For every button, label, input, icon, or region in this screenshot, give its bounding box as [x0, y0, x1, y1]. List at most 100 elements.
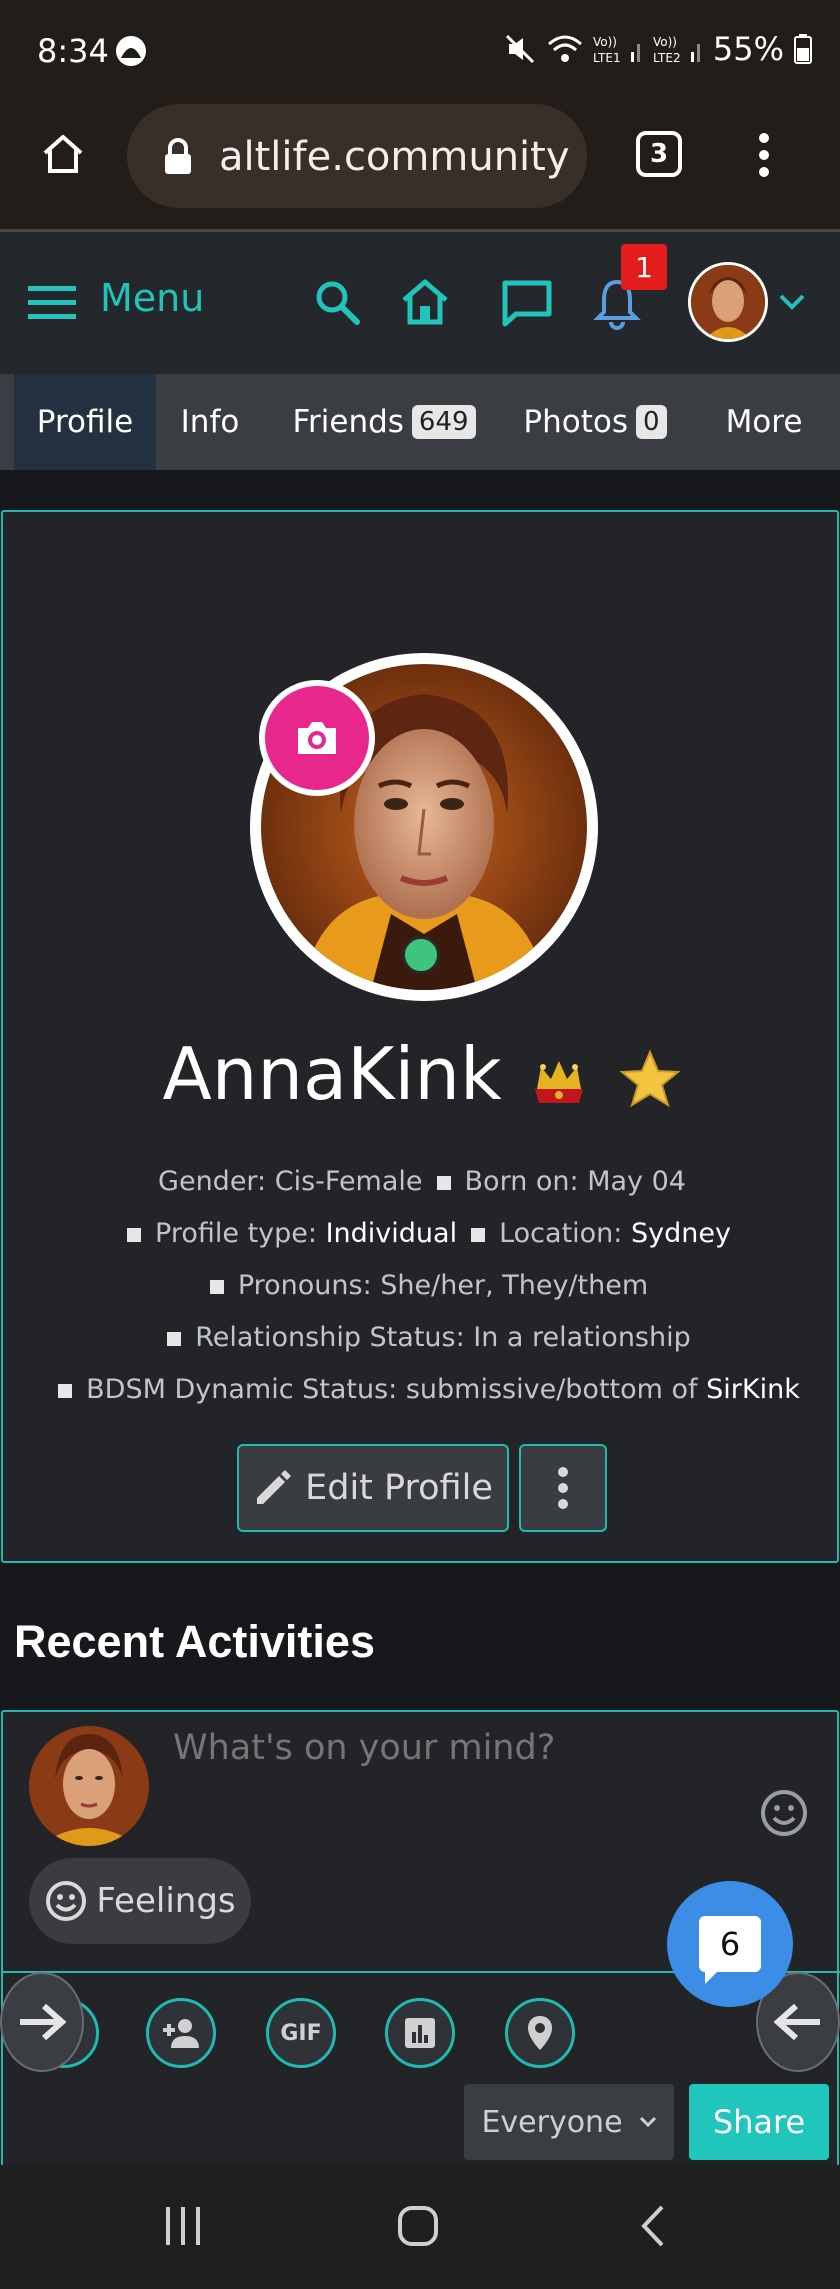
tag-friends-button[interactable]: [146, 1998, 216, 2068]
app-notification-icon: [114, 34, 148, 68]
composer-avatar: [29, 1726, 149, 1846]
overflow-menu-icon[interactable]: [756, 132, 772, 178]
kebab-icon: [557, 1466, 569, 1510]
tab-label: Friends: [292, 404, 404, 440]
url-text: altlife.community: [219, 134, 570, 180]
chevron-down-icon[interactable]: [778, 292, 806, 312]
info-line-1: Gender: Cis-Female Born on: May 04: [3, 1166, 840, 1197]
crown-award-icon: [529, 1049, 589, 1109]
section-title: Recent Activities: [14, 1616, 375, 1667]
tab-photos[interactable]: Photos 0: [515, 374, 675, 470]
svg-text:LTE2: LTE2: [653, 51, 681, 65]
profile-card: AnnaKink Gender: Cis-Female Born on: May …: [1, 510, 839, 1563]
chat-count-badge: 6: [699, 1916, 761, 1984]
tab-switcher-button[interactable]: 3: [636, 131, 682, 177]
profile-more-button[interactable]: [519, 1444, 607, 1532]
hamburger-icon[interactable]: [28, 284, 76, 322]
tab-label: Photos: [523, 404, 629, 440]
poll-icon: [403, 2016, 437, 2050]
battery-level: 55%: [712, 30, 784, 68]
map-pin-icon: [526, 2014, 554, 2052]
tab-label: More: [725, 404, 803, 440]
info-line-5: BDSM Dynamic Status: submissive/bottom o…: [3, 1374, 840, 1405]
info-line-4: Relationship Status: In a relationship: [3, 1322, 840, 1353]
profile-type-label: Profile type:: [155, 1218, 317, 1249]
bullet-icon: [127, 1227, 142, 1242]
feelings-label: Feelings: [96, 1881, 236, 1921]
location-value[interactable]: Sydney: [631, 1218, 731, 1249]
gif-icon: GIF: [280, 2020, 322, 2046]
change-photo-button[interactable]: [259, 680, 375, 796]
info-line-3: Pronouns: She/her, They/them: [3, 1270, 840, 1301]
add-person-icon: [161, 2016, 201, 2050]
site-header: Menu 1: [0, 232, 840, 374]
pencil-icon: [253, 1468, 293, 1508]
bullet-icon: [471, 1227, 486, 1242]
recent-apps-icon[interactable]: [160, 2203, 206, 2249]
home-nav-icon[interactable]: [400, 278, 450, 326]
profile-type-value[interactable]: Individual: [326, 1218, 458, 1249]
android-navigation-bar: [0, 2165, 840, 2289]
bullet-icon: [436, 1175, 451, 1190]
location-label: Location:: [499, 1218, 623, 1249]
address-bar[interactable]: altlife.community: [127, 104, 587, 208]
profile-name: AnnaKink: [3, 1032, 840, 1116]
tab-friends[interactable]: Friends 649: [278, 374, 490, 470]
gif-button[interactable]: GIF: [266, 1998, 336, 2068]
edit-profile-label: Edit Profile: [305, 1468, 493, 1508]
composer-input[interactable]: [173, 1728, 733, 1768]
profile-name-text: AnnaKink: [162, 1032, 502, 1116]
born-on: Born on: May 04: [464, 1166, 686, 1197]
tab-info[interactable]: Info: [164, 374, 256, 470]
location-button[interactable]: [505, 1998, 575, 2068]
emoji-icon[interactable]: [759, 1788, 809, 1838]
share-button[interactable]: Share: [689, 2084, 829, 2160]
wifi-icon: [547, 32, 583, 66]
menu-label[interactable]: Menu: [100, 276, 204, 320]
signal-sim2-icon: Vo)) LTE2: [653, 32, 703, 66]
bdsm-partner-link[interactable]: SirKink: [706, 1374, 800, 1405]
friends-count-badge: 649: [411, 405, 476, 439]
back-icon[interactable]: [636, 2203, 670, 2249]
chat-button[interactable]: 6: [667, 1881, 793, 2007]
gender: Gender: Cis-Female: [158, 1166, 423, 1197]
feelings-button[interactable]: Feelings: [29, 1858, 251, 1944]
edit-profile-button[interactable]: Edit Profile: [237, 1444, 509, 1532]
browser-toolbar: altlife.community 3: [0, 100, 840, 230]
svg-text:Vo)): Vo)): [593, 35, 617, 49]
svg-text:LTE1: LTE1: [593, 51, 621, 65]
tab-more[interactable]: More: [708, 374, 820, 470]
lock-icon: [163, 138, 193, 176]
tab-label: Info: [180, 404, 240, 440]
profile-tabs: Profile Info Friends 649 Photos 0 More: [0, 374, 840, 470]
notification-badge: 1: [621, 244, 667, 290]
tab-profile[interactable]: Profile: [14, 374, 156, 470]
bdsm-status: BDSM Dynamic Status: submissive/bottom o…: [86, 1374, 698, 1405]
arrow-left-icon: [772, 2000, 824, 2044]
photos-count-badge: 0: [636, 405, 667, 439]
pronouns: Pronouns: She/her, They/them: [237, 1270, 649, 1301]
bullet-icon: [167, 1331, 182, 1346]
home-circle-icon[interactable]: [395, 2203, 441, 2249]
online-status-indicator: [402, 936, 440, 974]
arrow-right-icon: [16, 2000, 68, 2044]
bullet-icon: [209, 1279, 224, 1294]
poll-button[interactable]: [385, 1998, 455, 2068]
smiley-icon: [44, 1879, 88, 1923]
caret-down-icon: [639, 2116, 657, 2128]
search-icon[interactable]: [313, 278, 361, 326]
bullet-icon: [58, 1383, 73, 1398]
svg-text:Vo)): Vo)): [653, 35, 677, 49]
scroll-right-button[interactable]: [0, 1972, 84, 2072]
audience-select[interactable]: Everyone: [464, 2084, 674, 2160]
relationship-status: Relationship Status: In a relationship: [195, 1322, 691, 1353]
status-time: 8:34: [37, 32, 109, 70]
mute-icon: [503, 32, 537, 66]
home-icon[interactable]: [40, 131, 86, 177]
audience-value: Everyone: [481, 2104, 623, 2140]
tab-label: Profile: [36, 404, 134, 440]
camera-icon: [294, 718, 340, 758]
user-avatar[interactable]: [688, 262, 768, 342]
messages-icon[interactable]: [500, 278, 554, 328]
status-right: Vo)) LTE1 Vo)) LTE2 55%: [503, 30, 812, 68]
